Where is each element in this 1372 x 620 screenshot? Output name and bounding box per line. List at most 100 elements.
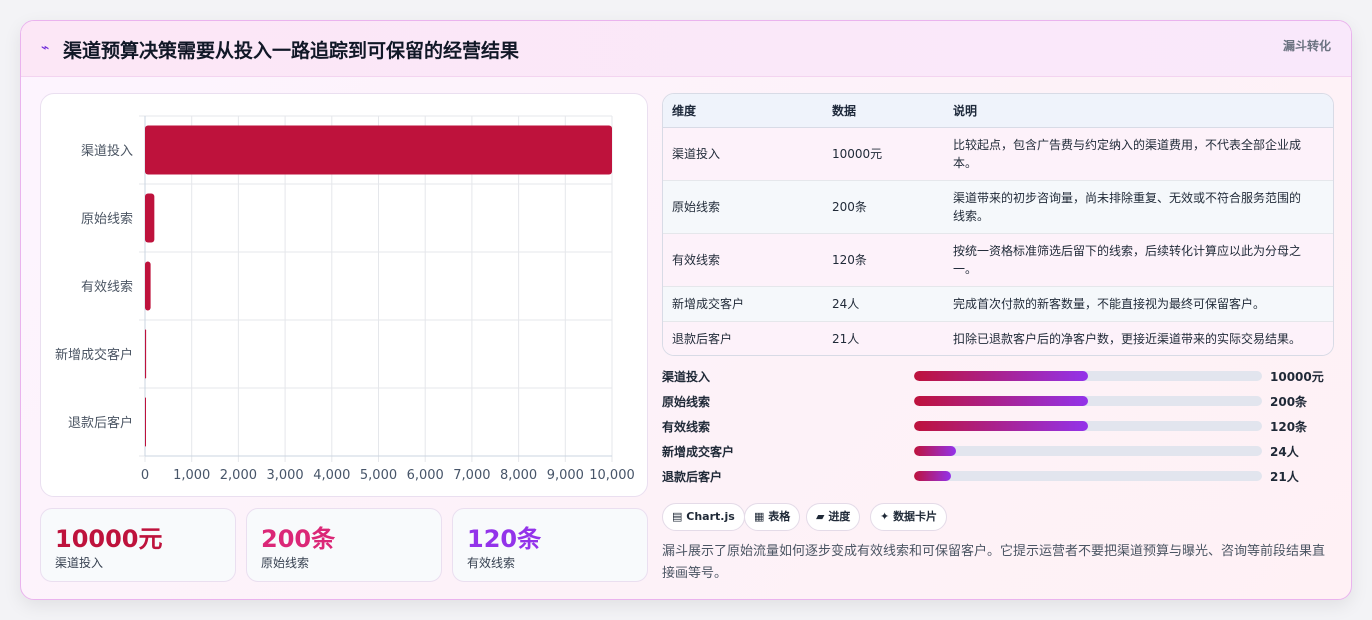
chart-icon: ▤ (672, 510, 683, 523)
kpi-card-channel-input: 10000元 渠道投入 (40, 508, 236, 582)
bar (145, 193, 155, 243)
progress-icon: ▰ (816, 510, 825, 523)
bar (145, 125, 612, 175)
progress-track (914, 446, 1262, 456)
progress-value: 10000元 (1270, 370, 1324, 384)
progress-value: 24人 (1270, 445, 1299, 459)
y-category-label: 有效线索 (81, 280, 133, 295)
chip-label: Chart.js (686, 510, 735, 523)
y-category-label: 渠道投入 (81, 143, 133, 159)
table-cell: 比较起点，包含广告费与约定纳入的渠道费用，不代表全部企业成本。 (953, 137, 1302, 170)
progress-fill (914, 471, 951, 481)
kpi-value: 10000元 (55, 525, 163, 553)
description-text: 漏斗展示了原始流量如何逐步变成有效线索和可保留客户。它提示运营者不要把渠道预算与… (662, 544, 1326, 581)
table-row: 原始线索 200条 渠道带来的初步咨询量，尚未排除重复、无效或不符合服务范围的线… (663, 180, 1333, 233)
kpi-label: 渠道投入 (55, 556, 104, 570)
y-category-label: 原始线索 (81, 212, 133, 227)
y-category-label: 新增成交客户 (55, 347, 133, 363)
y-category-label: 退款后客户 (68, 415, 133, 431)
x-tick-label: 10,000 (589, 468, 635, 483)
table-cell: 扣除已退款客户后的净客户数，更接近渠道带来的实际交易结果。 (953, 331, 1302, 346)
table-cell: 渠道投入 (672, 146, 721, 161)
bar (145, 261, 151, 311)
kpi-label: 原始线索 (261, 556, 310, 570)
chip-label: 进度 (828, 510, 851, 523)
column-header-note: 说明 (944, 94, 1333, 128)
table-cell: 完成首次付款的新客数量，不能直接视为最终可保留客户。 (953, 296, 1266, 311)
progress-fill (914, 396, 1088, 406)
table-icon: ▦ (754, 510, 765, 523)
progress-row: 新增成交客户 24人 (662, 441, 1334, 466)
table-cell: 新增成交客户 (672, 296, 745, 311)
card-header: ⌁ 渠道预算决策需要从投入一路追踪到可保留的经营结果 漏斗转化 (21, 21, 1351, 77)
chip-chartjs[interactable]: ▤ Chart.js (662, 503, 745, 531)
x-tick-label: 9,000 (547, 468, 584, 483)
column-header-dimension: 维度 (663, 94, 823, 128)
progress-row: 退款后客户 21人 (662, 466, 1334, 491)
dashboard-card: ⌁ 渠道预算决策需要从投入一路追踪到可保留的经营结果 漏斗转化 0 1,000 2,… (20, 20, 1352, 600)
table-cell: 21人 (832, 331, 860, 346)
progress-label: 有效线索 (662, 420, 711, 434)
spark-icon: ⌁ (41, 40, 50, 56)
progress-track (914, 471, 1262, 481)
x-tick-label: 2,000 (220, 468, 257, 483)
x-tick-label: 7,000 (453, 468, 490, 483)
table-cell: 原始线索 (672, 199, 721, 214)
table-cell: 120条 (832, 252, 867, 267)
chip-label: 数据卡片 (893, 510, 938, 523)
kpi-label: 有效线索 (467, 556, 516, 570)
table-row: 有效线索 120条 按统一资格标准筛选后留下的线索，后续转化计算应以此为分母之一… (663, 233, 1333, 286)
page-title: 渠道预算决策需要从投入一路追踪到可保留的经营结果 (63, 40, 520, 62)
progress-list: 渠道投入 10000元 原始线索 200条 有效线索 120条 新增成交客户 2… (662, 366, 1334, 491)
table-cell: 24人 (832, 296, 860, 311)
table-cell: 渠道带来的初步咨询量，尚未排除重复、无效或不符合服务范围的线索。 (953, 190, 1302, 223)
progress-track (914, 396, 1262, 406)
progress-value: 21人 (1270, 470, 1299, 484)
x-tick-label: 6,000 (407, 468, 444, 483)
card-icon: ✦ (880, 510, 890, 523)
table-cell: 按统一资格标准筛选后留下的线索，后续转化计算应以此为分母之一。 (953, 243, 1302, 276)
progress-label: 新增成交客户 (662, 445, 735, 459)
progress-track (914, 371, 1262, 381)
progress-fill (914, 371, 1088, 381)
x-tick-label: 8,000 (500, 468, 537, 483)
progress-row: 有效线索 120条 (662, 416, 1334, 441)
chip-table[interactable]: ▦ 表格 (744, 503, 801, 531)
kpi-card-valid-leads: 120条 有效线索 (452, 508, 648, 582)
progress-track (914, 421, 1262, 431)
data-table: 维度 数据 说明 渠道投入 10000元 比较起点，包含广告费与约定纳入的渠道费… (662, 93, 1334, 356)
x-tick-label: 1,000 (173, 468, 210, 483)
kpi-card-raw-leads: 200条 原始线索 (246, 508, 442, 582)
progress-row: 渠道投入 10000元 (662, 366, 1334, 391)
chip-label: 表格 (768, 510, 791, 523)
bar (145, 397, 146, 447)
column-header-data: 数据 (823, 94, 944, 128)
funnel-bar-chart: 0 1,000 2,000 3,000 4,000 5,000 6,000 7,000 8,00… (40, 93, 648, 497)
table-cell: 有效线索 (672, 252, 721, 267)
chip-progress[interactable]: ▰ 进度 (806, 503, 861, 531)
progress-fill (914, 446, 956, 456)
table-cell: 10000元 (832, 146, 883, 161)
table-header-row: 维度 数据 说明 (663, 94, 1333, 128)
x-tick-label: 4,000 (313, 468, 350, 483)
bar (145, 329, 147, 379)
table-cell: 退款后客户 (672, 331, 733, 346)
kpi-value: 120条 (467, 525, 542, 553)
chip-data-card[interactable]: ✦ 数据卡片 (870, 503, 948, 531)
progress-value: 200条 (1270, 395, 1308, 409)
progress-label: 退款后客户 (662, 470, 723, 484)
table-row: 退款后客户 21人 扣除已退款客户后的净客户数，更接近渠道带来的实际交易结果。 (663, 321, 1333, 355)
category-tag: 漏斗转化 (1282, 39, 1331, 53)
table-row: 渠道投入 10000元 比较起点，包含广告费与约定纳入的渠道费用，不代表全部企业… (663, 127, 1333, 180)
x-tick-label: 0 (141, 468, 149, 483)
progress-fill (914, 421, 1088, 431)
progress-label: 原始线索 (662, 395, 711, 409)
x-tick-label: 5,000 (360, 468, 397, 483)
x-tick-label: 3,000 (266, 468, 303, 483)
chart-canvas: 0 1,000 2,000 3,000 4,000 5,000 6,000 7,000 8,00… (55, 115, 635, 483)
progress-label: 渠道投入 (662, 370, 711, 384)
table-row: 新增成交客户 24人 完成首次付款的新客数量，不能直接视为最终可保留客户。 (663, 286, 1333, 321)
progress-row: 原始线索 200条 (662, 391, 1334, 416)
table-cell: 200条 (832, 199, 867, 214)
progress-value: 120条 (1270, 420, 1308, 434)
